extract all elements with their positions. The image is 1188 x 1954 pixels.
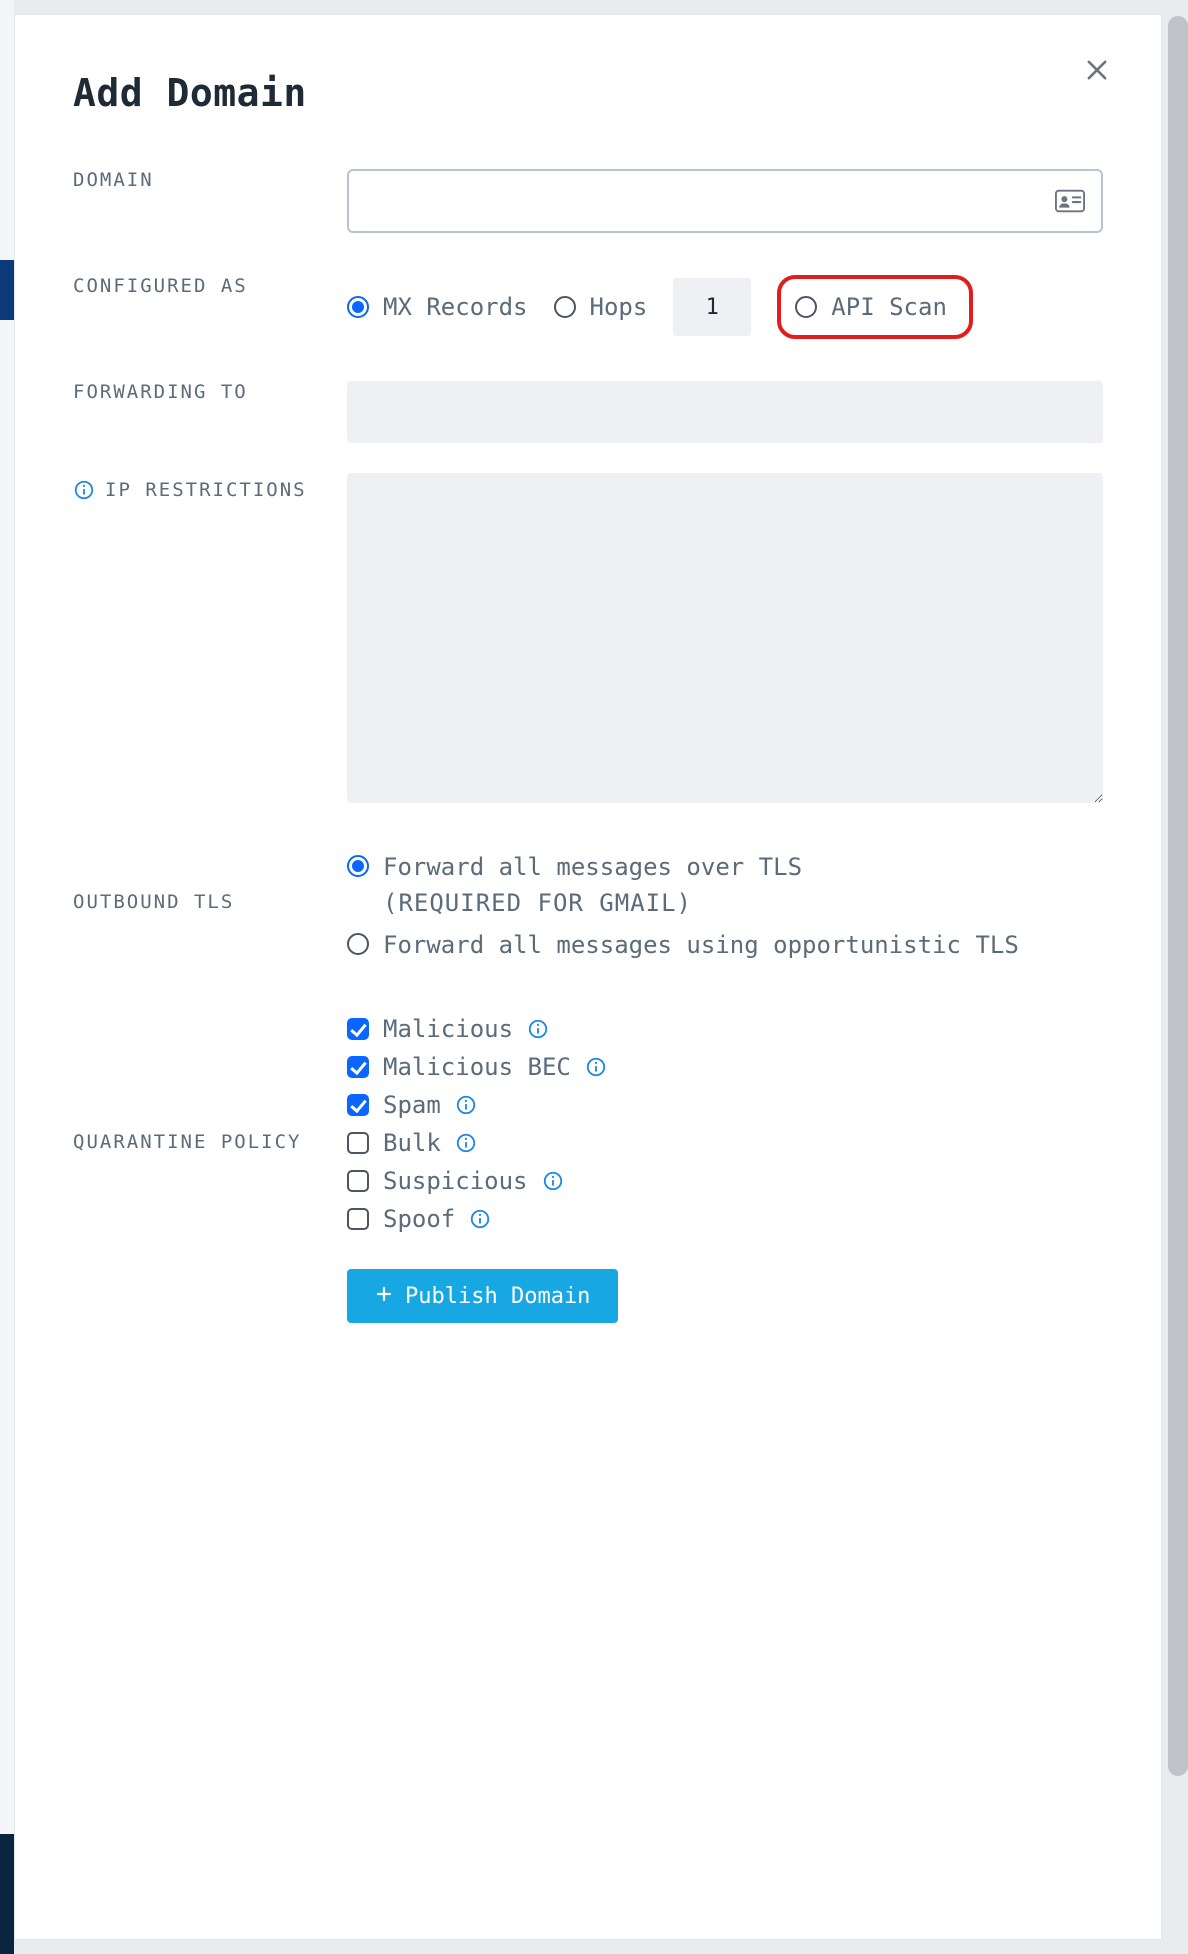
quarantine-item: Malicious [347,1015,1103,1043]
background-nav-highlight [0,260,14,320]
api-scan-highlight: API Scan [777,275,973,339]
quarantine-item: Malicious BEC [347,1053,1103,1081]
domain-input[interactable] [347,169,1103,233]
outbound-tls-opportunistic-label: Forward all messages using opportunistic… [383,927,1019,963]
quarantine-malicious-checkbox[interactable] [347,1018,369,1040]
quarantine-item: Bulk [347,1129,1103,1157]
close-icon [1083,56,1111,87]
quarantine-suspicious-label: Suspicious [383,1167,528,1195]
quarantine-spoof-label: Spoof [383,1205,455,1233]
close-button[interactable] [1077,51,1117,91]
quarantine-spoof-checkbox[interactable] [347,1208,369,1230]
configured-as-api-scan-label: API Scan [831,289,947,325]
scrollbar[interactable] [1168,16,1188,1776]
quarantine-bulk-checkbox[interactable] [347,1132,369,1154]
publish-domain-label: Publish Domain [405,1284,590,1309]
configured-as-label: CONFIGURED AS [73,275,248,297]
domain-label: DOMAIN [73,169,154,191]
info-icon[interactable] [542,1170,564,1192]
quarantine-spam-label: Spam [383,1091,441,1119]
configured-as-mx-radio[interactable] [347,296,369,318]
info-icon[interactable] [455,1094,477,1116]
modal-title: Add Domain [73,71,1103,115]
quarantine-malicious-bec-label: Malicious BEC [383,1053,571,1081]
quarantine-item: Spam [347,1091,1103,1119]
info-icon[interactable] [527,1018,549,1040]
forwarding-to-label: FORWARDING TO [73,381,248,403]
quarantine-spam-checkbox[interactable] [347,1094,369,1116]
plus-icon [375,1284,393,1309]
quarantine-policy-label: QUARANTINE POLICY [73,1131,347,1153]
ip-restrictions-label: IP RESTRICTIONS [73,479,347,501]
add-domain-modal: Add Domain DOMAIN [14,14,1162,1940]
configured-as-mx-option[interactable]: MX Records [347,289,528,325]
hops-count-input[interactable] [673,278,751,336]
quarantine-suspicious-checkbox[interactable] [347,1170,369,1192]
configured-as-mx-label: MX Records [383,289,528,325]
ip-restrictions-label-text: IP RESTRICTIONS [105,479,307,501]
outbound-tls-required-note: (REQUIRED FOR GMAIL) [383,885,802,921]
configured-as-options: MX Records Hops API Scan [347,275,1103,339]
background-footer-strip [0,1834,14,1954]
id-card-icon [1055,189,1085,213]
publish-domain-button[interactable]: Publish Domain [347,1269,618,1323]
ip-restrictions-textarea[interactable] [347,473,1103,803]
outbound-tls-opportunistic-option[interactable]: Forward all messages using opportunistic… [347,927,1103,963]
configured-as-hops-option[interactable]: Hops [554,289,648,325]
quarantine-malicious-label: Malicious [383,1015,513,1043]
outbound-tls-required-label: Forward all messages over TLS [383,853,802,881]
quarantine-malicious-bec-checkbox[interactable] [347,1056,369,1078]
quarantine-options: Malicious Malicious BEC Spam [347,1015,1103,1323]
outbound-tls-required-option[interactable]: Forward all messages over TLS (REQUIRED … [347,849,1103,921]
info-icon[interactable] [585,1056,607,1078]
info-icon[interactable] [73,479,95,501]
quarantine-item: Spoof [347,1205,1103,1233]
outbound-tls-options: Forward all messages over TLS (REQUIRED … [347,849,1103,969]
quarantine-bulk-label: Bulk [383,1129,441,1157]
configured-as-hops-radio[interactable] [554,296,576,318]
configured-as-hops-label: Hops [590,289,648,325]
forwarding-to-input[interactable] [347,381,1103,443]
outbound-tls-opportunistic-radio[interactable] [347,933,369,955]
configured-as-api-scan-option[interactable]: API Scan [795,289,947,325]
info-icon[interactable] [469,1208,491,1230]
outbound-tls-required-radio[interactable] [347,855,369,877]
quarantine-item: Suspicious [347,1167,1103,1195]
info-icon[interactable] [455,1132,477,1154]
configured-as-api-scan-radio[interactable] [795,296,817,318]
outbound-tls-label: OUTBOUND TLS [73,891,347,913]
